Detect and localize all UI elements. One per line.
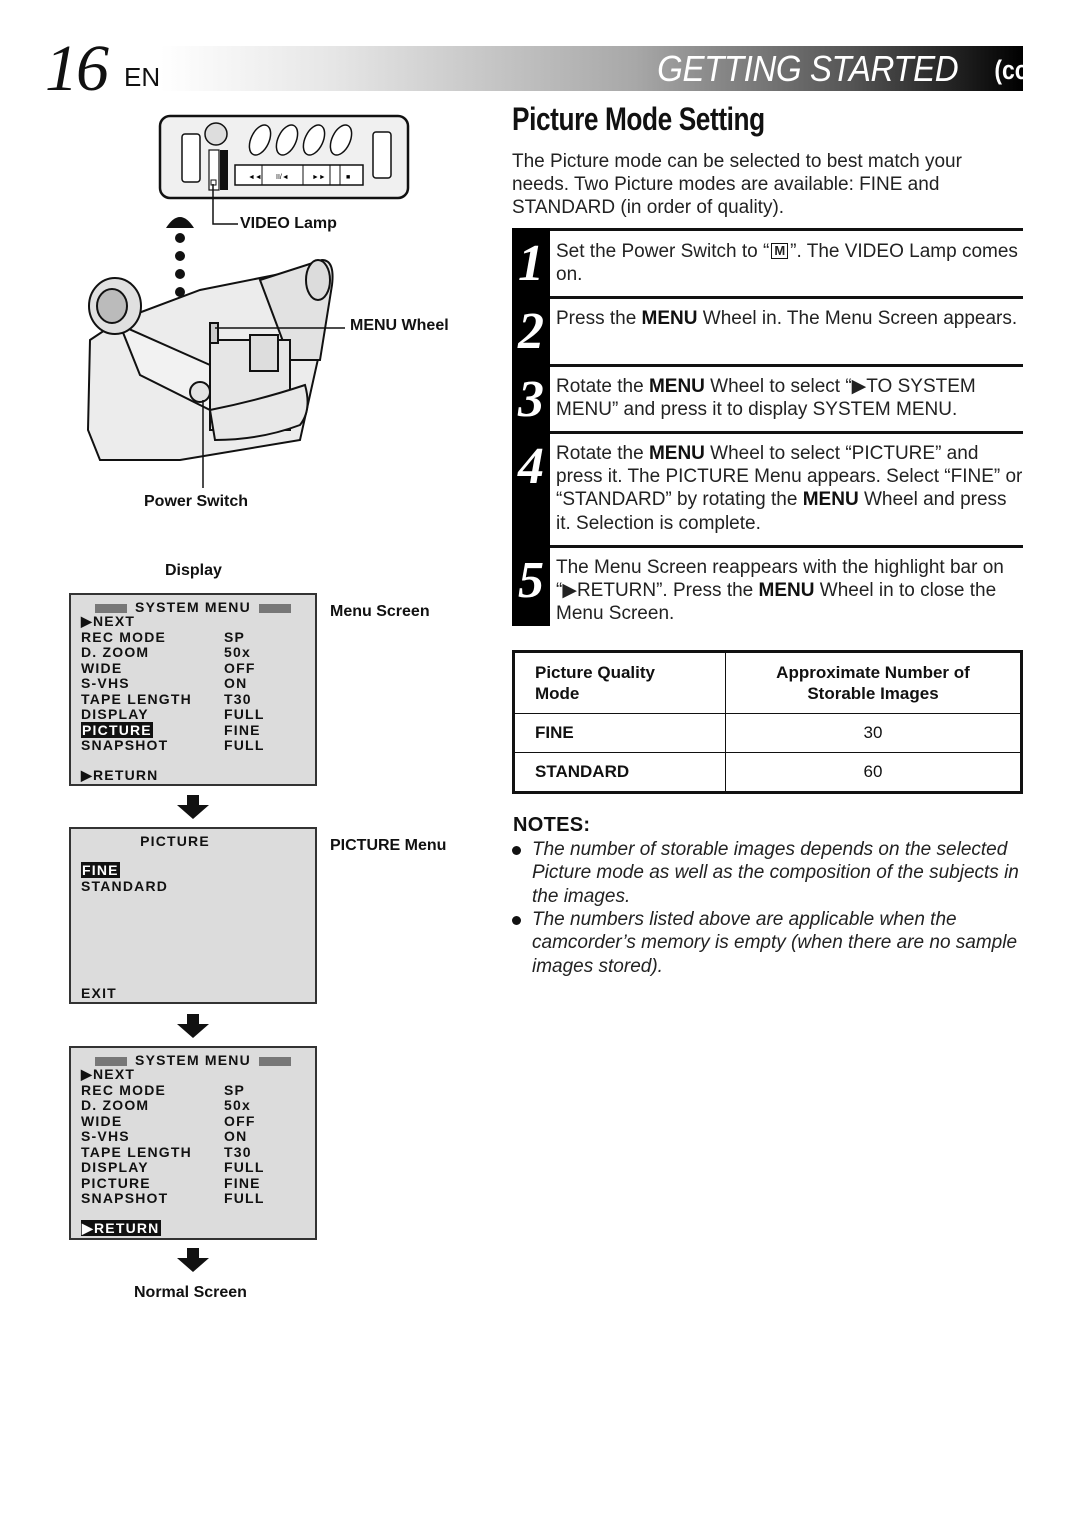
osd-next: ▶NEXT — [81, 1066, 136, 1082]
osd-row: WIDE OFF — [81, 1112, 256, 1129]
osd-row: PICTURE FINE — [81, 1174, 261, 1191]
table-cell-images: 30 — [725, 713, 1022, 753]
step-number: 5 — [518, 552, 544, 609]
note-item: The number of storable images depends on… — [512, 838, 1022, 908]
osd-row: TAPE LENGTH T30 — [81, 690, 252, 707]
table-row: STANDARD 60 — [513, 752, 1022, 793]
osd-picture-menu: PICTURE FINE STANDARD EXIT — [69, 827, 317, 1004]
osd-title: PICTURE — [140, 833, 210, 849]
osd-row: SNAPSHOT FULL — [81, 1190, 265, 1206]
osd-row: DISPLAY FULL — [81, 1159, 265, 1175]
osd-row: WIDE OFF — [81, 659, 256, 676]
camcorder-illustration: ◄◄ II/◄ ►► ■ — [86, 114, 410, 488]
section-title: Picture Mode Setting — [512, 101, 765, 137]
page-number: 16 — [45, 32, 109, 105]
note-item: The numbers listed above are applicable … — [512, 908, 1022, 978]
step-number: 4 — [518, 438, 544, 495]
table-header-images: Approximate Number of Storable Images — [725, 651, 1022, 714]
step-5-text: The Menu Screen reappears with the highl… — [556, 557, 1004, 625]
step-number: 3 — [518, 371, 544, 428]
table-cell-images: 60 — [725, 752, 1022, 793]
osd-row: DISPLAY FULL — [81, 706, 265, 722]
intro-paragraph: The Picture mode can be selected to best… — [512, 151, 962, 219]
osd-exit: EXIT — [81, 985, 117, 1001]
step-divider — [550, 431, 1023, 434]
step-4-text: Rotate the MENU Wheel to select “PICTURE… — [556, 443, 1023, 534]
display-label: Display — [165, 562, 222, 579]
osd-row-highlighted: PICTURE FINE — [81, 721, 261, 738]
panel-stop-icon: ■ — [346, 174, 350, 181]
osd-row: TAPE LENGTH T30 — [81, 1143, 252, 1160]
picture-quality-table: Picture Quality Mode Approximate Number o… — [512, 650, 1023, 794]
osd-return: ▶RETURN — [81, 767, 159, 783]
down-arrow-icon — [177, 795, 209, 819]
picture-menu-label: PICTURE Menu — [330, 837, 447, 854]
highlight-bar: ▶RETURN — [81, 1220, 161, 1236]
highlight-bar: FINE — [81, 862, 120, 878]
osd-system-menu-return: SYSTEM MENU ▶NEXT REC MODE SP D. ZOOM 50x … — [69, 1046, 317, 1240]
step-1-text: Set the Power Switch to “M”. The VIDEO L… — [556, 241, 1018, 286]
panel-ff-icon: ►► — [312, 174, 326, 181]
down-arrow-icon — [177, 1248, 209, 1272]
step-divider — [550, 296, 1023, 299]
osd-row: REC MODE SP — [81, 628, 246, 645]
bullet-icon — [512, 846, 521, 855]
menu-screen-label: Menu Screen — [330, 603, 430, 620]
osd-row: S-VHS ON — [81, 675, 248, 691]
osd-return-highlighted: ▶RETURN — [81, 1220, 161, 1237]
callout-power-switch: Power Switch — [144, 493, 249, 510]
step-divider — [550, 545, 1023, 548]
table-row: FINE 30 — [513, 713, 1022, 753]
osd-row: SNAPSHOT FULL — [81, 737, 265, 753]
control-panel-detail — [158, 114, 410, 200]
down-arrow-icon — [177, 1014, 209, 1038]
camcorder-body — [86, 258, 334, 461]
table-header-mode: Picture Quality Mode — [513, 651, 726, 714]
osd-row: D. ZOOM 50x — [81, 1097, 251, 1113]
highlight-bar: PICTURE — [81, 721, 153, 738]
step-2-text: Press the MENU Wheel in. The Menu Screen… — [556, 308, 1018, 329]
step-number: 1 — [518, 235, 544, 292]
osd-option-highlighted: FINE — [81, 862, 120, 879]
section-header-title: GETTING STARTED — [656, 48, 958, 89]
step-number: 2 — [518, 303, 544, 360]
callout-menu-wheel: MENU Wheel — [350, 317, 449, 334]
normal-screen-label: Normal Screen — [134, 1284, 247, 1301]
page-language: EN — [124, 62, 161, 92]
osd-system-menu: SYSTEM MENU ▶NEXT REC MODE SP D. ZOOM 50x … — [69, 593, 317, 786]
osd-row: S-VHS ON — [81, 1128, 248, 1144]
panel-rewind-icon: ◄◄ — [248, 174, 262, 181]
step-divider — [550, 228, 1023, 231]
up-arrow-icon — [166, 217, 194, 228]
osd-row: D. ZOOM 50x — [81, 644, 251, 660]
osd-option: STANDARD — [81, 878, 169, 894]
table-header-row: Picture Quality Mode Approximate Number o… — [513, 651, 1022, 714]
notes-title: NOTES: — [513, 814, 591, 836]
table-cell-mode: STANDARD — [513, 752, 726, 793]
osd-row: REC MODE SP — [81, 1081, 246, 1098]
step-3-text: Rotate the MENU Wheel to select “▶TO SYS… — [556, 376, 976, 421]
panel-play-pause-icon: II/◄ — [276, 174, 289, 181]
section-header-continued: (cont.) — [993, 55, 1064, 85]
bullet-icon — [512, 916, 521, 925]
callout-video-lamp: VIDEO Lamp — [240, 215, 337, 232]
camera-mode-icon: M — [771, 243, 789, 259]
step-divider — [550, 364, 1023, 367]
table-cell-mode: FINE — [513, 713, 726, 753]
osd-next: ▶NEXT — [81, 613, 136, 629]
